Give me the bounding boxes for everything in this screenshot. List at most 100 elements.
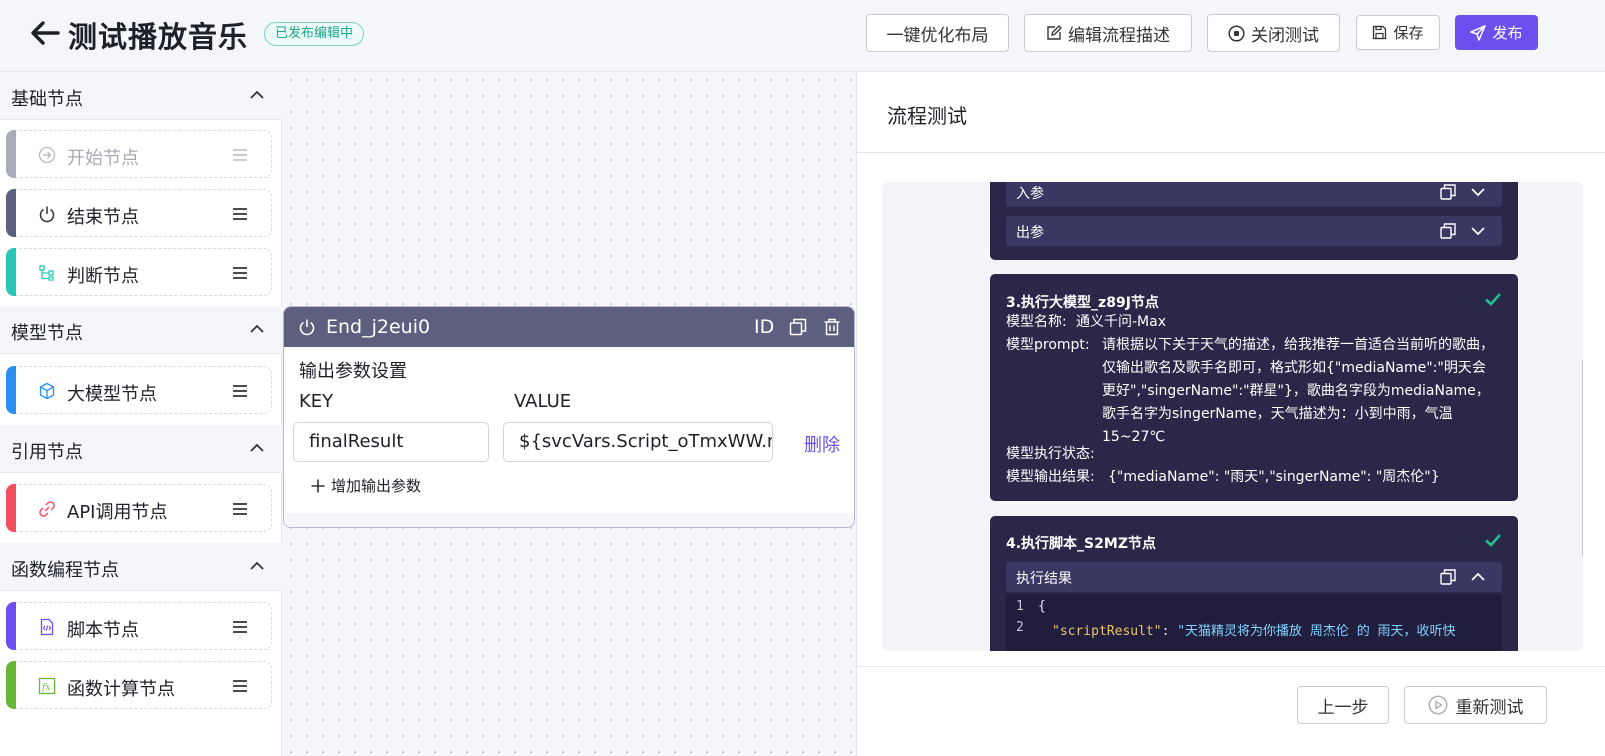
- branch-icon: [39, 265, 54, 281]
- end-node-footer: [284, 513, 854, 527]
- model-name-value: 通义千问-Max: [1076, 314, 1166, 330]
- model-name-key: 模型名称:: [1006, 314, 1067, 330]
- line-number: 1: [1016, 599, 1024, 614]
- copy-icon[interactable]: [789, 318, 807, 336]
- drag-handle-icon[interactable]: [231, 382, 249, 400]
- key-input[interactable]: finalResult: [293, 422, 489, 462]
- node-label: 大模型节点: [67, 384, 157, 405]
- scrollbar-thumb[interactable]: [1582, 358, 1583, 558]
- publish-label: 发布: [1492, 24, 1523, 42]
- section-basic-nodes[interactable]: 基础节点: [0, 72, 282, 120]
- node-label: 开始节点: [67, 148, 139, 169]
- node-start[interactable]: 开始节点: [6, 130, 272, 178]
- drag-handle-icon[interactable]: [231, 146, 249, 164]
- copy-icon[interactable]: [1440, 223, 1456, 239]
- node-color-bar: [6, 366, 16, 414]
- test-panel: 流程测试 入参 出参 3.执行大模型_z89J节点 模型名称: 通义千问-Max…: [856, 72, 1605, 756]
- edit-icon: [1047, 25, 1062, 40]
- section-function-nodes[interactable]: 函数编程节点: [0, 543, 282, 591]
- section-title: 模型节点: [11, 323, 83, 344]
- node-function[interactable]: fx 函数计算节点: [6, 661, 272, 709]
- drag-handle-icon[interactable]: [231, 500, 249, 518]
- power-icon: [299, 319, 315, 336]
- back-arrow-icon[interactable]: [28, 16, 62, 50]
- edit-description-button[interactable]: 编辑流程描述: [1024, 14, 1192, 52]
- drag-handle-icon[interactable]: [231, 205, 249, 223]
- delete-param-link[interactable]: 删除: [804, 431, 840, 457]
- add-output-param-button[interactable]: 增加输出参数: [311, 475, 421, 496]
- save-label: 保存: [1393, 24, 1424, 42]
- section-model-nodes[interactable]: 模型节点: [0, 306, 282, 354]
- node-color-bar: [6, 484, 16, 532]
- send-icon: [1470, 24, 1487, 41]
- node-color-bar: [6, 661, 16, 709]
- trash-icon[interactable]: [823, 318, 841, 336]
- prev-step-button[interactable]: 上一步: [1297, 686, 1389, 724]
- drag-handle-icon[interactable]: [231, 618, 249, 636]
- code-file-icon: [40, 618, 54, 636]
- chevron-up-icon[interactable]: [1470, 569, 1486, 585]
- node-judge[interactable]: 判断节点: [6, 248, 272, 296]
- node-label: 判断节点: [67, 266, 139, 287]
- id-button[interactable]: ID: [754, 316, 774, 338]
- model-prompt-key: 模型prompt:: [1006, 337, 1090, 353]
- log-card-title: 3.执行大模型_z89J节点: [1006, 295, 1159, 311]
- divider: [857, 666, 1605, 667]
- line-number: 2: [1016, 620, 1024, 635]
- code-line: "scriptResult": "天猫精灵将为你播放 周杰伦 的 雨天，收听快: [1052, 620, 1456, 639]
- drag-handle-icon[interactable]: [231, 264, 249, 282]
- svg-text:fx: fx: [41, 683, 50, 693]
- enter-icon: [38, 146, 56, 164]
- node-color-bar: [6, 130, 16, 178]
- exec-result-row[interactable]: 执行结果: [1006, 562, 1502, 592]
- optimize-layout-button[interactable]: 一键优化布局: [866, 14, 1009, 52]
- node-llm[interactable]: 大模型节点: [6, 366, 272, 414]
- chevron-up-icon: [250, 324, 264, 333]
- link-icon: [39, 501, 55, 517]
- code-key: "scriptResult": [1052, 624, 1162, 639]
- model-result-line: 模型输出结果: {"mediaName": "雨天","singerName":…: [1006, 466, 1502, 489]
- node-script[interactable]: 脚本节点: [6, 602, 272, 650]
- value-input[interactable]: ${svcVars.Script_oTmxWW.res: [503, 422, 773, 462]
- node-sidebar: 基础节点 开始节点 结束节点 判断节点 模型节点 大模型节点 引用节点 API调…: [0, 72, 282, 756]
- log-card-title: 4.执行脚本_S2MZ节点: [1006, 536, 1156, 552]
- close-test-label: 关闭测试: [1251, 25, 1319, 46]
- code-line: {: [1038, 599, 1046, 614]
- chevron-down-icon[interactable]: [1470, 223, 1486, 239]
- code-value: "天猫精灵将为你播放 周杰伦 的 雨天，收听快: [1177, 624, 1456, 639]
- publish-button[interactable]: 发布: [1455, 15, 1538, 50]
- output-params-row[interactable]: 出参: [1006, 216, 1502, 246]
- chevron-up-icon: [250, 443, 264, 452]
- copy-icon[interactable]: [1440, 569, 1456, 585]
- copy-icon[interactable]: [1440, 184, 1456, 200]
- add-output-param-label: 增加输出参数: [331, 477, 422, 495]
- node-end[interactable]: 结束节点: [6, 189, 272, 237]
- code-viewer[interactable]: 1 { 2 "scriptResult": "天猫精灵将为你播放 周杰伦 的 雨…: [1006, 594, 1502, 651]
- retest-button[interactable]: 重新测试: [1404, 686, 1547, 724]
- output-params-label: 出参: [1016, 225, 1044, 241]
- node-api[interactable]: API调用节点: [6, 484, 272, 532]
- end-node-card[interactable]: End_j2eui0 ID 输出参数设置 KEY VALUE finalResu…: [283, 306, 855, 528]
- input-params-label: 入参: [1016, 186, 1044, 202]
- drag-handle-icon[interactable]: [231, 677, 249, 695]
- section-title: 函数编程节点: [11, 560, 119, 581]
- end-node-title: End_j2eui0: [326, 316, 431, 338]
- divider: [857, 152, 1605, 153]
- test-log-list: 入参 出参 3.执行大模型_z89J节点 模型名称: 通义千问-Max 模型pr…: [990, 182, 1518, 651]
- node-label: 结束节点: [67, 207, 139, 228]
- exec-result-label: 执行结果: [1016, 571, 1072, 587]
- stop-circle-icon: [1228, 24, 1245, 42]
- section-title: 基础节点: [11, 89, 83, 110]
- section-reference-nodes[interactable]: 引用节点: [0, 425, 282, 473]
- key-header: KEY: [299, 391, 334, 412]
- model-name-line: 模型名称: 通义千问-Max: [1006, 311, 1502, 334]
- plus-icon: [311, 479, 325, 492]
- code-separator: :: [1161, 624, 1178, 639]
- chevron-down-icon[interactable]: [1470, 184, 1486, 200]
- value-header: VALUE: [514, 391, 572, 412]
- test-log-area[interactable]: 入参 出参 3.执行大模型_z89J节点 模型名称: 通义千问-Max 模型pr…: [882, 182, 1583, 651]
- node-label: 函数计算节点: [67, 679, 175, 700]
- close-test-button[interactable]: 关闭测试: [1207, 14, 1340, 52]
- input-params-row[interactable]: 入参: [1006, 182, 1502, 207]
- save-button[interactable]: 保存: [1356, 15, 1440, 50]
